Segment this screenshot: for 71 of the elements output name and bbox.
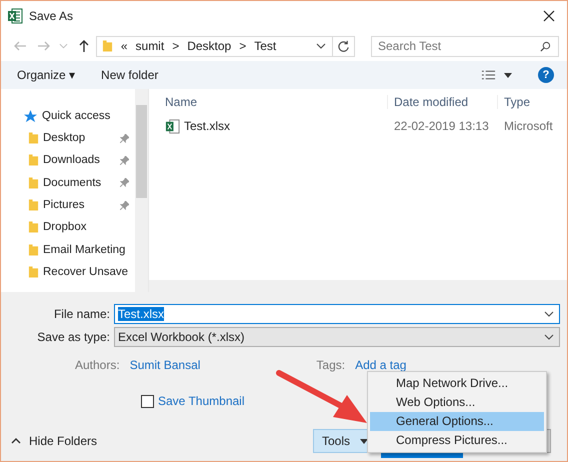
column-header[interactable]: Date modified	[387, 95, 497, 109]
chevron-down-icon[interactable]	[316, 43, 326, 49]
breadcrumb[interactable]: «	[120, 39, 128, 53]
nav-item[interactable]: Dropbox	[28, 216, 135, 238]
pin-icon[interactable]	[120, 156, 129, 165]
table-cell-text: Microsoft	[503, 119, 554, 133]
refresh-icon	[337, 40, 350, 52]
folder-icon	[28, 242, 39, 257]
breadcrumb[interactable]: >	[239, 39, 246, 53]
menu-item[interactable]: Map Network Drive...	[370, 374, 544, 393]
field-label: File name:	[52, 306, 111, 320]
checkbox-label[interactable]: Save Thumbnail	[158, 394, 244, 408]
field-label: Save as type:	[36, 330, 111, 344]
nav-item[interactable]: Downloads	[28, 149, 135, 172]
table-cell-text: 22-02-2019 13:13	[393, 119, 490, 133]
star-icon	[24, 110, 37, 122]
folder-icon	[102, 39, 113, 53]
folder-icon	[28, 198, 39, 212]
breadcrumb[interactable]: Desktop	[187, 39, 232, 53]
column-header[interactable]: Name	[149, 95, 387, 109]
nav-item[interactable]: Documents	[28, 172, 135, 194]
close-icon[interactable]	[543, 10, 555, 22]
folder-icon	[28, 264, 39, 279]
nav-heading[interactable]: Quick access	[42, 110, 110, 122]
folder-icon	[28, 131, 39, 146]
forward-arrow-icon[interactable]	[36, 40, 51, 52]
pin-icon[interactable]	[120, 200, 129, 210]
authors-link[interactable]: Sumit Bansal	[130, 358, 200, 372]
hide-folders-button[interactable]: Hide Folders	[11, 434, 98, 448]
scrollbar[interactable]	[149, 280, 567, 292]
folder-icon	[28, 153, 39, 168]
toolbar-button[interactable]: Organize ▾	[17, 68, 76, 82]
field-label: Tags:	[316, 358, 346, 372]
chevron-down-icon	[544, 334, 554, 340]
breadcrumb[interactable]: >	[172, 39, 180, 53]
folder-icon	[28, 176, 39, 190]
search-field[interactable]: Search Test	[370, 36, 559, 56]
nav-item[interactable]: Email Marketing	[28, 238, 135, 261]
caret-icon	[360, 438, 368, 444]
menu-item[interactable]: General Options...	[370, 412, 544, 431]
pin-icon[interactable]	[120, 134, 129, 143]
breadcrumb[interactable]: sumit	[136, 39, 164, 53]
scrollbar[interactable]	[135, 89, 148, 292]
up-arrow-icon[interactable]	[78, 39, 90, 53]
spreadsheet-icon	[165, 118, 180, 134]
spreadsheet-icon	[7, 8, 23, 24]
pin-icon[interactable]	[120, 178, 129, 188]
folder-icon	[28, 220, 39, 234]
chevron-down-icon	[544, 310, 554, 316]
nav-item[interactable]: Pictures	[28, 194, 135, 216]
file-type-dropdown[interactable]: Excel Workbook (*.xlsx)	[114, 326, 560, 346]
nav-item[interactable]: Recover Unsave	[28, 260, 135, 284]
breadcrumb[interactable]: Test	[254, 39, 276, 53]
file-name-field[interactable]: Test.xlsx	[114, 304, 560, 324]
refresh-button[interactable]	[333, 36, 355, 56]
column-header[interactable]: Type	[497, 95, 567, 109]
search-icon	[540, 40, 551, 52]
back-arrow-icon[interactable]	[13, 40, 27, 52]
address-bar[interactable]: « sumit > Desktop > Test	[96, 36, 334, 56]
view-list-icon[interactable]	[481, 69, 496, 81]
field-label: Authors:	[75, 358, 120, 372]
menu-item[interactable]: Web Options...	[370, 393, 544, 412]
caret-icon[interactable]	[504, 72, 512, 78]
checkbox[interactable]	[141, 394, 154, 408]
add-tag-link[interactable]: Add a tag	[355, 358, 406, 372]
toolbar-button[interactable]: New folder	[101, 68, 158, 82]
window-title: Save As	[29, 9, 74, 23]
chevron-up-icon	[11, 438, 21, 444]
file-name[interactable]: Test.xlsx	[184, 119, 230, 133]
nav-item[interactable]: Desktop	[28, 127, 135, 150]
help-button[interactable]: ?	[538, 67, 554, 83]
